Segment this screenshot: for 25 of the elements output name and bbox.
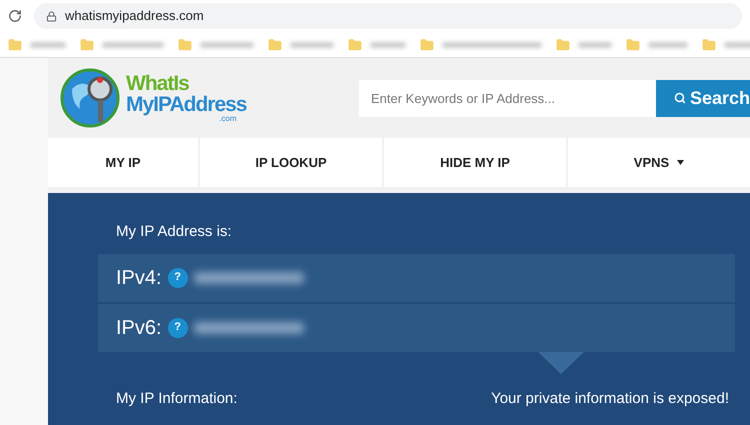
- help-badge[interactable]: ?: [168, 318, 188, 338]
- globe-icon: [60, 67, 122, 129]
- pointer-icon: [538, 352, 584, 374]
- nav-tab[interactable]: VPNS: [568, 138, 750, 187]
- ip-row: IPv4: ?: [98, 254, 735, 302]
- reload-icon[interactable]: [8, 9, 22, 23]
- folder-icon: [626, 38, 640, 52]
- help-badge[interactable]: ?: [168, 268, 188, 288]
- nav-tab[interactable]: HIDE MY IP: [384, 138, 566, 187]
- folder-icon: [80, 38, 94, 52]
- url-field[interactable]: whatismyipaddress.com: [34, 3, 742, 29]
- nav-tab[interactable]: IP LOOKUP: [200, 138, 382, 187]
- folder-icon: [556, 38, 570, 52]
- ip-panel: My IP Address is: IPv4: ? IPv6: ? My IP Information: Your private information is exposed!: [48, 193, 750, 425]
- folder-icon: [702, 38, 716, 52]
- folder-icon: [8, 38, 22, 52]
- folder-icon: [348, 38, 362, 52]
- folder-icon: [268, 38, 282, 52]
- nav-tab[interactable]: MY IP: [48, 138, 198, 187]
- ip-row: IPv6: ?: [98, 304, 735, 352]
- lock-icon: [46, 10, 57, 22]
- folder-icon: [178, 38, 192, 52]
- search-field[interactable]: Enter Keywords or IP Address...: [359, 80, 656, 116]
- folder-icon: [420, 38, 434, 52]
- search-button[interactable]: Search: [656, 80, 750, 116]
